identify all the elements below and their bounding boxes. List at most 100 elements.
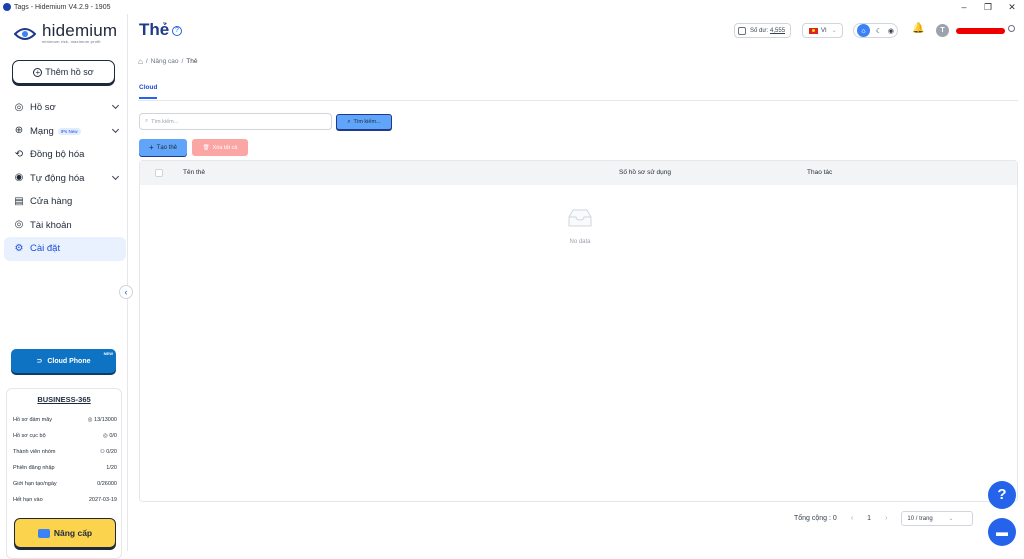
logo[interactable]: hidemium minimum risk, maximum profit xyxy=(14,21,124,47)
cloud-phone-label: Cloud Phone xyxy=(47,357,91,365)
close-icon[interactable]: ✕ xyxy=(1000,0,1024,14)
language-select[interactable]: VI ⌄ xyxy=(802,23,843,38)
avatar[interactable]: T xyxy=(936,24,949,37)
chevron-left-icon: ‹ xyxy=(124,287,128,297)
plan-row-label: Hồ sơ đám mây xyxy=(13,417,53,423)
sidebar-item-label: Cài đặt xyxy=(30,243,61,255)
plus-icon: + xyxy=(148,143,154,152)
sidebar-item-label: Đồng bộ hóa xyxy=(30,149,85,161)
plan-row-label: Phiên đăng nhập xyxy=(13,465,55,471)
home-icon[interactable]: ⌂ xyxy=(138,57,143,66)
next-page-icon[interactable]: › xyxy=(885,515,887,522)
plan-row-value: 1/20 xyxy=(106,465,117,471)
notification-bell-icon[interactable]: 🔔 xyxy=(912,23,924,34)
restore-icon[interactable]: ❐ xyxy=(976,0,1000,14)
search-button-label: Tìm kiếm... xyxy=(353,119,381,125)
window-titlebar: Tags - Hidemium V4.2.9 - 1905 – ❐ ✕ xyxy=(0,0,1024,14)
logo-eye-icon xyxy=(14,28,36,40)
minimize-icon[interactable]: – xyxy=(952,0,976,14)
prev-page-icon[interactable]: ‹ xyxy=(851,515,853,522)
plan-row-label: Thành viên nhóm xyxy=(13,449,56,455)
sync-icon: ⟲ xyxy=(14,148,24,160)
sidebar-item-label: Tài khoản xyxy=(30,219,72,231)
sidebar-item-profiles[interactable]: ◎ Hồ sơ xyxy=(4,96,126,120)
plan-row: Hồ sơ cục bộ ◎ 0/0 xyxy=(13,433,117,439)
sidebar-item-automation[interactable]: ◉ Tự động hóa xyxy=(4,167,126,191)
username-redacted[interactable] xyxy=(956,28,1005,34)
plan-row: Phiên đăng nhập 1/20 xyxy=(13,465,117,471)
delete-all-label: Xóa tất cả xyxy=(212,144,238,151)
settings-icon: ⚙ xyxy=(14,242,24,254)
sidebar-item-label: Cửa hàng xyxy=(30,196,73,208)
sidebar-item-settings[interactable]: ⚙ Cài đặt xyxy=(4,237,126,261)
vietnam-flag-icon xyxy=(809,27,818,34)
collapse-sidebar-button[interactable]: ‹ xyxy=(119,285,133,299)
plus-circle-icon: + xyxy=(33,67,43,77)
plan-row-value-text: 0/20 xyxy=(106,449,117,455)
help-question-icon[interactable]: ? xyxy=(172,26,182,36)
window-title: Tags - Hidemium V4.2.9 - 1905 xyxy=(14,3,111,11)
plan-row-value: ◎ 13/13000 xyxy=(88,417,117,423)
store-icon: ▤ xyxy=(14,195,24,207)
chat-fab-icon[interactable]: ▬ xyxy=(988,518,1016,546)
plan-row-label: Hết hạn vào xyxy=(13,497,43,503)
sidebar-item-network[interactable]: ⊕ Mạng IPs New xyxy=(4,120,126,144)
app-icon xyxy=(3,3,11,11)
sidebar-item-store[interactable]: ▤ Cửa hàng xyxy=(4,190,126,214)
plan-name[interactable]: BUSINESS-365 xyxy=(7,395,121,404)
balance-display[interactable]: Số dư: 4,555 xyxy=(734,23,791,38)
empty-text: No data xyxy=(569,239,591,245)
search-placeholder: Tìm kiếm... xyxy=(151,118,179,125)
help-fab-icon[interactable]: ? xyxy=(988,481,1016,509)
sun-icon[interactable]: ☼ xyxy=(856,24,870,37)
select-all-checkbox[interactable] xyxy=(155,169,163,177)
sidebar-item-label: Hồ sơ xyxy=(30,102,56,114)
page-title: Thẻ xyxy=(139,20,170,39)
plan-row: Hết hạn vào 2027-03-19 xyxy=(13,497,117,503)
plan-row-value: ◎ 0/0 xyxy=(103,433,117,439)
breadcrumb-parent[interactable]: Nâng cao xyxy=(151,58,179,65)
sidebar-item-label: Tự động hóa xyxy=(30,172,85,184)
sidebar-item-account[interactable]: ◎ Tài khoản xyxy=(4,214,126,238)
breadcrumb: ⌂ / Nâng cao / Thẻ xyxy=(138,57,198,66)
plan-row-value: 0/26000 xyxy=(97,481,117,487)
tags-table: Tên thẻ Số hồ sơ sử dụng Thao tác No dat… xyxy=(139,160,1018,502)
chevron-down-icon xyxy=(111,101,120,110)
delete-all-button[interactable]: 🗑 Xóa tất cả xyxy=(192,139,248,156)
column-header-tag-name[interactable]: Tên thẻ xyxy=(183,169,205,176)
sidebar: hidemium minimum risk, maximum profit + … xyxy=(0,14,128,559)
search-input[interactable]: ⌕ Tìm kiếm... xyxy=(139,113,332,130)
column-header-profile-count[interactable]: Số hồ sơ sử dụng xyxy=(619,169,671,176)
cloud-phone-button[interactable]: ⊃ Cloud Phone NEW xyxy=(11,349,116,373)
empty-inbox-icon xyxy=(568,209,592,227)
theme-toggle[interactable]: ☼ ☾ ◉ xyxy=(853,23,898,38)
language-code: VI xyxy=(821,27,827,34)
column-header-actions: Thao tác xyxy=(807,169,833,176)
tab-cloud[interactable]: Cloud xyxy=(139,84,158,99)
sidebar-item-label: Mạng xyxy=(30,125,54,137)
plan-row: Thành viên nhóm ⚇ 0/20 xyxy=(13,449,117,455)
user-menu-icon[interactable] xyxy=(1008,25,1015,32)
add-profile-button[interactable]: + Thêm hồ sơ xyxy=(12,60,115,84)
header: Thẻ ? Số dư: 4,555 VI ⌄ ☼ ☾ ◉ 🔔 T xyxy=(128,14,1024,48)
page-size-select[interactable]: 10 / trang ⌄ xyxy=(901,511,974,526)
page-number[interactable]: 1 xyxy=(867,515,871,522)
breadcrumb-separator: / xyxy=(145,58,148,65)
create-tag-button[interactable]: + Tạo thẻ xyxy=(139,139,187,156)
profile-icon: ◎ xyxy=(14,101,24,113)
plan-row-value: ⚇ 0/20 xyxy=(100,449,117,455)
search-button[interactable]: ⌕ Tìm kiếm... xyxy=(336,114,392,130)
chevron-down-icon: ⌄ xyxy=(948,516,954,522)
plan-row-label: Hồ sơ cục bộ xyxy=(13,433,46,439)
system-theme-icon[interactable]: ◉ xyxy=(888,27,894,35)
window-controls: – ❐ ✕ xyxy=(952,0,1024,14)
new-badge: NEW xyxy=(103,351,113,356)
network-icon: ⊕ xyxy=(14,125,24,137)
create-tag-label: Tạo thẻ xyxy=(156,144,178,151)
moon-icon[interactable]: ☾ xyxy=(876,27,882,35)
empty-state: No data xyxy=(555,209,605,245)
plan-row-value-text: 0/0 xyxy=(109,433,117,439)
cloud-phone-icon: ⊃ xyxy=(36,358,43,365)
sidebar-item-sync[interactable]: ⟲ Đồng bộ hóa xyxy=(4,143,126,167)
upgrade-button[interactable]: Nâng cấp xyxy=(14,518,116,548)
